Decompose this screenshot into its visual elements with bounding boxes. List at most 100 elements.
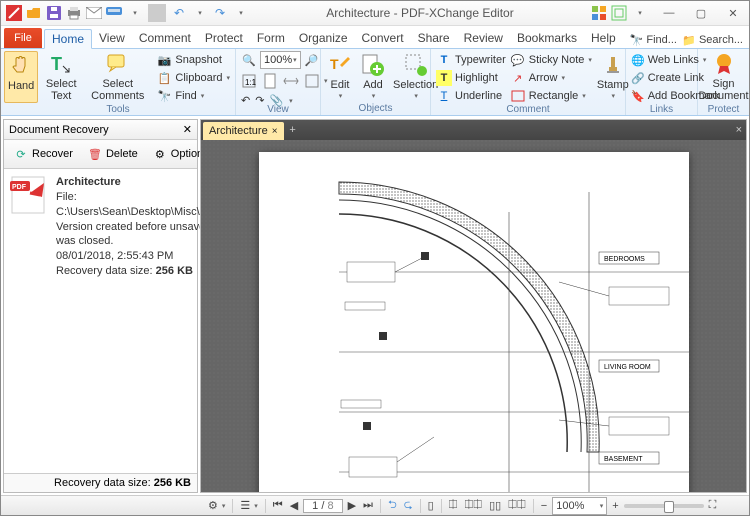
tab-review[interactable]: Review [457, 28, 510, 48]
find-button[interactable]: 🔭Find... [628, 32, 677, 48]
zoom-combo[interactable]: 100%▾ [260, 51, 301, 69]
svg-text:1:1: 1:1 [245, 78, 257, 87]
ui-options-icon[interactable] [610, 4, 628, 22]
underline-icon: T [436, 88, 452, 104]
typewriter-button[interactable]: TTypewriter [434, 51, 508, 69]
tab-view[interactable]: View [92, 28, 132, 48]
zoom-slider[interactable] [624, 504, 704, 508]
tab-form[interactable]: Form [250, 28, 292, 48]
rectangle-icon [510, 88, 526, 104]
select-text-label: Select Text [42, 78, 80, 102]
close-button[interactable]: ✕ [717, 3, 749, 23]
recovery-status-size: 256 KB [154, 477, 191, 489]
redo-dropdown[interactable]: ▾ [232, 4, 250, 22]
new-tab-button[interactable]: + [284, 124, 302, 136]
panes-button[interactable]: ☰▾ [238, 496, 259, 515]
fullscreen-button[interactable]: ⛶ [707, 496, 719, 515]
layout-book-button[interactable]: ▯▯ [487, 496, 503, 515]
last-page-button[interactable]: ⏭ [361, 496, 375, 515]
tab-comment[interactable]: Comment [132, 28, 198, 48]
zoom-status-combo[interactable]: 100%▾ [552, 497, 607, 515]
layout-single-button[interactable]: ▯ [426, 496, 436, 515]
minimize-button[interactable]: — [653, 3, 685, 23]
select-comments-label: Select Comments [87, 78, 148, 102]
edit-icon: T [327, 52, 353, 78]
pdf-icon: PDF [10, 175, 50, 215]
actual-size-button[interactable]: 1:1 [239, 71, 259, 90]
print-icon[interactable] [65, 4, 83, 22]
first-page-button[interactable]: ⏮ [271, 496, 285, 515]
ribbon: Hand T Select Text Select Comments 📷Snap… [1, 49, 749, 116]
tools-group-label: Tools [4, 103, 232, 116]
panel-title: Document Recovery [9, 124, 109, 136]
tab-help[interactable]: Help [584, 28, 623, 48]
tabs-close-all-icon[interactable]: × [732, 124, 746, 136]
tab-home[interactable]: Home [44, 29, 92, 49]
bookmark-icon: 🔖 [631, 88, 645, 104]
fit-width-button[interactable] [281, 71, 301, 90]
room-label: LIVING ROOM [604, 364, 651, 371]
zoom-in-button[interactable]: 🔎 [302, 51, 322, 70]
panel-close-icon[interactable]: ✕ [183, 123, 192, 136]
document-tab[interactable]: Architecture× [203, 122, 284, 140]
protect-group-label: Protect [701, 103, 746, 116]
hand-tool[interactable]: Hand [4, 51, 38, 103]
document-canvas[interactable]: BEDROOMS LIVING ROOM BASEMENT [201, 140, 746, 492]
next-page-button[interactable]: ▶ [346, 496, 358, 515]
qa-dropdown[interactable]: ▾ [126, 4, 144, 22]
maximize-button[interactable]: ▢ [685, 3, 717, 23]
email-icon[interactable] [85, 4, 103, 22]
clipboard-tool[interactable]: 📋Clipboard▾ [154, 69, 232, 87]
layout-cont-facing-button[interactable]: ⎅⎅ [506, 496, 528, 515]
scan-icon[interactable] [105, 4, 123, 22]
edit-button[interactable]: TEdit▾ [324, 51, 356, 102]
file-menu[interactable]: File [4, 28, 42, 48]
tab-convert[interactable]: Convert [355, 28, 411, 48]
links-group-label: Links [629, 103, 694, 116]
options-menu-button[interactable]: ⚙▾ [206, 496, 227, 515]
add-button[interactable]: Add▾ [357, 51, 389, 102]
tab-organize[interactable]: Organize [292, 28, 355, 48]
recover-button[interactable]: ⟳Recover [8, 143, 78, 165]
tab-protect[interactable]: Protect [198, 28, 250, 48]
layout-continuous-button[interactable]: ⎅ [447, 496, 460, 515]
tab-close-icon[interactable]: × [272, 126, 278, 137]
recovery-status-label: Recovery data size: [54, 477, 154, 489]
snapshot-tool[interactable]: 📷Snapshot [154, 51, 232, 69]
select-text-tool[interactable]: T Select Text [39, 51, 83, 103]
recovery-item-size: 256 KB [156, 265, 193, 277]
highlight-button[interactable]: THighlight [434, 69, 508, 87]
delete-button[interactable]: 🗑Delete [82, 143, 143, 165]
ui-dropdown[interactable]: ▾ [631, 4, 649, 22]
add-icon [360, 52, 386, 78]
search-button[interactable]: 📁Search... [681, 32, 743, 48]
fit-page-button[interactable] [260, 71, 280, 90]
page-number[interactable]: 1 / 8 [303, 499, 342, 513]
hand-label: Hand [8, 80, 34, 92]
select-comments-icon [105, 52, 131, 77]
create-link-button[interactable]: 🔗Create Link [629, 69, 694, 87]
undo-icon[interactable]: ↶ [170, 4, 188, 22]
gear-icon: ⚙ [152, 146, 168, 162]
prev-page-button[interactable]: ◀ [288, 496, 300, 515]
tab-bookmarks[interactable]: Bookmarks [510, 28, 584, 48]
zoom-in-status[interactable]: + [610, 496, 620, 515]
zoom-out-status[interactable]: − [539, 496, 549, 515]
comment-group-label: Comment [434, 103, 622, 116]
sticky-note-button[interactable]: 💬Sticky Note▾ [508, 51, 594, 69]
web-links-button[interactable]: 🌐Web Links▾ [629, 51, 694, 69]
redo-icon[interactable]: ↷ [211, 4, 229, 22]
undo-dropdown[interactable]: ▾ [191, 4, 209, 22]
sign-document-button[interactable]: Sign Document [701, 51, 746, 103]
arrow-button[interactable]: ↗Arrow▾ [508, 69, 594, 87]
zoom-out-button[interactable]: 🔍 [239, 51, 259, 70]
open-icon[interactable] [25, 4, 43, 22]
select-comments-tool[interactable]: Select Comments [84, 51, 151, 103]
recovery-item[interactable]: PDF Architecture File: C:\Users\Sean\Des… [4, 169, 197, 285]
nav-back-button[interactable]: ⮌ [386, 496, 399, 515]
layout-facing-button[interactable]: ⎅⎅ [462, 496, 484, 515]
tab-share[interactable]: Share [411, 28, 457, 48]
save-icon[interactable] [45, 4, 63, 22]
nav-fwd-button[interactable]: ⮎ [402, 496, 415, 515]
quick-launch-icon[interactable] [590, 4, 608, 22]
